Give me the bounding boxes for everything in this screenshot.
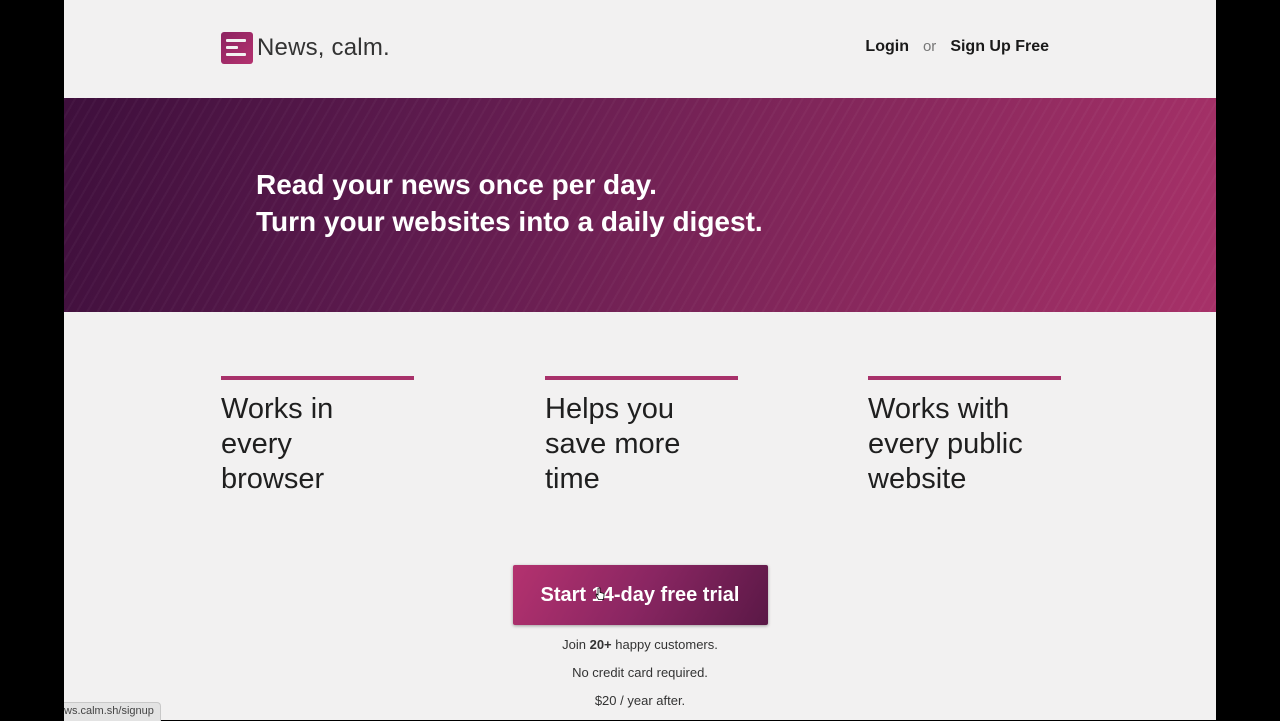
feature-title-line: every public: [868, 428, 1023, 460]
customers-suffix: happy customers.: [611, 637, 718, 652]
hero-banner: Read your news once per day. Turn your w…: [64, 98, 1216, 312]
feature-browser: Works in every browser: [221, 376, 414, 497]
customers-prefix: Join: [562, 637, 590, 652]
feature-title-line: browser: [221, 463, 325, 495]
price-note: $20 / year after.: [594, 693, 686, 708]
feature-website: Works with every public website: [868, 376, 1061, 497]
nav-separator: or: [922, 38, 937, 55]
no-card-note: No credit card required.: [572, 665, 708, 680]
feature-accent-bar: [868, 376, 1061, 380]
start-trial-button[interactable]: Start 14-day free trial: [512, 565, 768, 625]
logo-text: News, calm.: [257, 34, 390, 61]
feature-accent-bar: [545, 376, 738, 380]
feature-title-line: time: [545, 463, 600, 495]
customers-note: Join 20+ happy customers.: [64, 631, 1216, 659]
feature-title: Works with every public website: [868, 392, 1061, 497]
feature-title: Helps you save more time: [545, 392, 738, 497]
start-trial-label: Start 14-day free trial: [540, 584, 740, 606]
customers-count: 20+: [589, 637, 612, 652]
top-nav: Login or Sign Up Free: [865, 38, 1049, 56]
hero-line-1: Read your news once per day.: [256, 169, 657, 200]
feature-title-line: every: [221, 428, 292, 460]
signup-link[interactable]: Sign Up Free: [950, 38, 1049, 56]
page: News, calm. Login or Sign Up Free Read y…: [64, 0, 1216, 720]
hero-line-2: Turn your websites into a daily digest.: [256, 206, 763, 237]
feature-title-line: Helps you: [545, 393, 674, 425]
site-header: News, calm. Login or Sign Up Free: [64, 0, 1216, 98]
login-link[interactable]: Login: [865, 38, 909, 56]
hero-headline: Read your news once per day. Turn your w…: [256, 166, 763, 240]
browser-status-bar: ws.calm.sh/signup: [64, 702, 161, 721]
cta-details: Join 20+ happy customers. No credit card…: [64, 631, 1216, 715]
feature-title-line: save more: [545, 428, 681, 460]
feature-title-line: website: [868, 463, 967, 495]
pointer-cursor-icon: [595, 587, 604, 600]
cta-section: Start 14-day free trial Join 20+ happy c…: [64, 565, 1216, 715]
feature-title-line: Works in: [221, 393, 334, 425]
feature-accent-bar: [221, 376, 414, 380]
feature-title: Works in every browser: [221, 392, 414, 497]
feature-title-line: Works with: [868, 393, 1010, 425]
logo-icon: [221, 32, 253, 64]
logo[interactable]: News, calm.: [221, 32, 390, 64]
feature-time: Helps you save more time: [545, 376, 738, 497]
